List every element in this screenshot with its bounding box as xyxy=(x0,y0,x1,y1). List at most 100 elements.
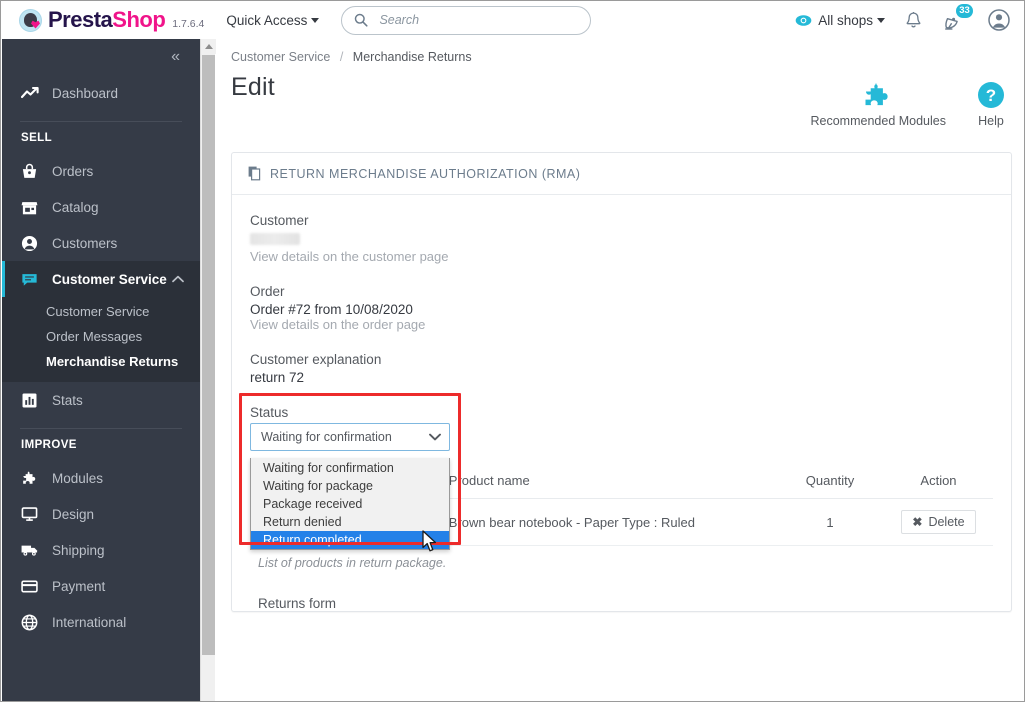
rma-panel-body: Customer View details on the customer pa… xyxy=(232,195,1011,611)
customer-page-link[interactable]: View details on the customer page xyxy=(250,249,993,264)
breadcrumb-parent[interactable]: Customer Service xyxy=(231,50,330,64)
column-header-action: Action xyxy=(883,465,993,499)
cell-action: ✖ Delete xyxy=(883,498,993,546)
browser-window: PrestaShop 1.7.6.4 Quick Access All shop… xyxy=(0,0,1025,702)
updates-indicator[interactable]: 33 xyxy=(944,3,973,30)
sidebar-item-label: Modules xyxy=(52,470,104,486)
sidebar-item-shipping[interactable]: Shipping xyxy=(2,532,200,568)
delete-button[interactable]: ✖ Delete xyxy=(901,510,976,534)
help-button[interactable]: ? Help xyxy=(968,80,1014,128)
main-sidebar: « Dashboard SELL Orders Catalog Customer… xyxy=(2,39,200,701)
search-icon xyxy=(354,13,369,27)
notifications-bell-icon[interactable] xyxy=(905,11,922,30)
page-toolbar: Recommended Modules ? Help xyxy=(811,64,1015,128)
search-box[interactable] xyxy=(341,5,592,35)
status-option-waiting-package[interactable]: Waiting for package xyxy=(251,477,449,495)
chevron-down-icon xyxy=(311,17,320,23)
sidebar-item-label: Customer Service xyxy=(52,271,167,287)
eye-icon xyxy=(795,14,812,27)
chevron-down-icon xyxy=(877,17,885,23)
sidebar-item-label: Customers xyxy=(52,235,118,251)
breadcrumb: Customer Service / Merchandise Returns xyxy=(215,39,1024,64)
breadcrumb-separator: / xyxy=(339,50,344,64)
explanation-value: return 72 xyxy=(250,370,305,385)
sidebar-subitem-merchandise-returns[interactable]: Merchandise Returns xyxy=(2,349,200,374)
shopping-basket-icon xyxy=(21,163,40,180)
sidebar-subitem-customer-service[interactable]: Customer Service xyxy=(2,299,200,324)
user-avatar-icon[interactable] xyxy=(988,9,1010,31)
customer-block: Customer View details on the customer pa… xyxy=(250,213,993,264)
sidebar-item-customers[interactable]: Customers xyxy=(2,225,200,261)
sidebar-section-improve: IMPROVE xyxy=(21,439,77,451)
panel-area: RETURN MERCHANDISE AUTHORIZATION (RMA) C… xyxy=(215,128,1024,612)
chevron-down-icon xyxy=(429,433,441,441)
status-dropdown-options[interactable]: Waiting for confirmation Waiting for pac… xyxy=(250,458,450,550)
bar-chart-icon xyxy=(21,392,40,409)
sidebar-item-dashboard[interactable]: Dashboard xyxy=(2,75,200,111)
recommended-modules-button[interactable]: Recommended Modules xyxy=(811,80,946,128)
status-option-return-denied[interactable]: Return denied xyxy=(251,513,449,531)
sidebar-divider xyxy=(20,428,182,429)
status-option-package-received[interactable]: Package received xyxy=(251,495,449,513)
prestashop-logo[interactable]: PrestaShop 1.7.6.4 xyxy=(19,7,204,33)
quick-access-label: Quick Access xyxy=(226,12,308,28)
customer-label: Customer xyxy=(250,213,309,228)
sidebar-item-design[interactable]: Design xyxy=(2,496,200,532)
all-shops-selector[interactable]: All shops xyxy=(795,13,885,28)
trend-chart-icon xyxy=(21,86,40,100)
sidebar-item-label: International xyxy=(52,614,127,630)
delete-button-label: Delete xyxy=(928,515,965,529)
search-input[interactable] xyxy=(377,12,568,28)
customer-explanation-block: Customer explanation return 72 xyxy=(250,352,993,385)
all-shops-label: All shops xyxy=(818,12,873,28)
sidebar-item-payment[interactable]: Payment xyxy=(2,568,200,604)
explanation-label: Customer explanation xyxy=(250,352,382,367)
page-header-row: Edit Recommended Modules ? Help xyxy=(215,64,1024,128)
status-select[interactable]: Waiting for confirmation xyxy=(250,423,450,451)
logo-text-presta: Presta xyxy=(48,7,113,32)
puzzle-piece-icon xyxy=(863,80,893,110)
prestashop-mascot-icon xyxy=(19,8,42,32)
logo-text: PrestaShop xyxy=(48,7,166,33)
sidebar-scrollbar-thumb[interactable] xyxy=(202,55,215,655)
monitor-icon xyxy=(21,506,40,522)
customer-service-submenu: Customer Service Order Messages Merchand… xyxy=(2,297,200,382)
truck-icon xyxy=(21,543,40,557)
sidebar-scrollbar[interactable] xyxy=(200,39,216,701)
sidebar-item-international[interactable]: International xyxy=(2,604,200,640)
order-value: Order #72 from 10/08/2020 xyxy=(250,302,413,317)
collapse-sidebar-button[interactable]: « xyxy=(171,49,180,65)
order-block: Order Order #72 from 10/08/2020 View det… xyxy=(250,284,993,332)
sidebar-section-sell: SELL xyxy=(21,132,52,144)
rma-panel: RETURN MERCHANDISE AUTHORIZATION (RMA) C… xyxy=(231,152,1012,612)
sidebar-subitem-order-messages[interactable]: Order Messages xyxy=(2,324,200,349)
status-option-return-completed[interactable]: Return completed xyxy=(251,531,449,549)
quick-access-menu[interactable]: Quick Access xyxy=(226,12,320,28)
speech-bubble-icon xyxy=(21,272,40,287)
sidebar-item-label: Catalog xyxy=(52,199,99,215)
sidebar-item-catalog[interactable]: Catalog xyxy=(2,189,200,225)
breadcrumb-current: Merchandise Returns xyxy=(352,50,472,64)
sidebar-item-customer-service[interactable]: Customer Service xyxy=(2,261,200,297)
returns-form-label: Returns form xyxy=(258,596,337,611)
order-page-link[interactable]: View details on the order page xyxy=(250,317,993,332)
store-icon xyxy=(21,199,40,216)
status-block: Status Waiting for confirmation Waiting … xyxy=(239,393,993,552)
top-header-bar: PrestaShop 1.7.6.4 Quick Access All shop… xyxy=(1,1,1024,39)
main-content: Customer Service / Merchandise Returns E… xyxy=(215,39,1024,701)
scroll-up-arrow-icon[interactable] xyxy=(201,39,216,54)
globe-icon xyxy=(21,614,40,631)
redacted-value xyxy=(250,233,300,245)
sidebar-item-modules[interactable]: Modules xyxy=(2,460,200,496)
sidebar-collapse-row: « xyxy=(2,39,200,75)
sidebar-item-orders[interactable]: Orders xyxy=(2,153,200,189)
help-label: Help xyxy=(978,114,1004,128)
sidebar-item-label: Design xyxy=(52,506,95,522)
header-right-group: All shops 33 xyxy=(795,3,1010,31)
status-option-waiting-confirmation[interactable]: Waiting for confirmation xyxy=(251,459,449,477)
notification-count-badge: 33 xyxy=(956,3,973,18)
sidebar-item-stats[interactable]: Stats xyxy=(2,382,200,418)
products-list-note: List of products in return package. xyxy=(258,556,447,570)
rma-panel-header: RETURN MERCHANDISE AUTHORIZATION (RMA) xyxy=(232,153,1011,195)
close-icon: ✖ xyxy=(912,515,923,529)
